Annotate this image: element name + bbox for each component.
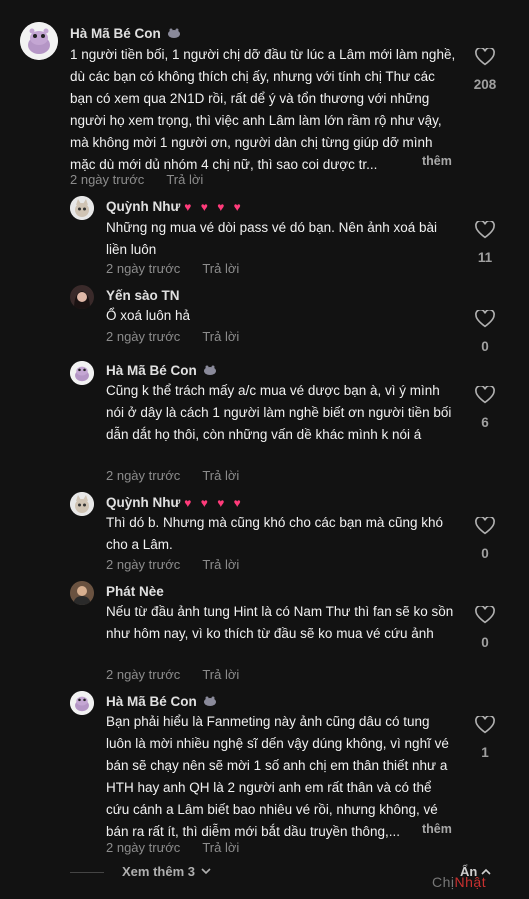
reply-button[interactable]: Trả lời	[202, 261, 239, 276]
comment-meta: 2 ngày trước Trả lời	[70, 172, 203, 187]
comment-meta: 2 ngày trước Trả lời	[106, 667, 239, 682]
comment-author[interactable]: Hà Mã Bé Con	[70, 26, 181, 41]
like-button[interactable]: 208	[470, 46, 500, 92]
comment-time: 2 ngày trước	[106, 557, 181, 572]
comment-author[interactable]: Quỳnh Như ♥ ♥ ♥ ♥	[106, 495, 244, 510]
hippo-emoji-icon	[203, 694, 217, 709]
heart-outline-icon	[475, 46, 495, 66]
heart-outline-icon	[475, 515, 495, 535]
hippo-emoji-icon	[167, 26, 181, 41]
hippo-avatar-icon	[70, 691, 94, 715]
reply-button[interactable]: Trả lời	[202, 329, 239, 344]
person-avatar-icon	[70, 581, 94, 605]
comment-meta: 2 ngày trước Trả lời	[106, 557, 239, 572]
like-count: 11	[477, 250, 493, 265]
comment-time: 2 ngày trước	[106, 468, 181, 483]
author-name[interactable]: Phát Nèe	[106, 584, 164, 599]
like-button[interactable]: 6	[470, 384, 500, 430]
heart-outline-icon	[475, 714, 495, 734]
cat-avatar-icon	[70, 196, 94, 220]
avatar[interactable]	[70, 361, 94, 385]
see-more-label: Xem thêm 3	[122, 864, 195, 879]
chevron-down-icon	[201, 868, 211, 875]
comment-time: 2 ngày trước	[70, 172, 145, 187]
comment-meta: 2 ngày trước Trả lời	[106, 468, 239, 483]
comment-text: Ổ xoá luôn hả	[106, 308, 191, 323]
comment-text: 1 người tiền bối, 1 người chị dỡ đầu từ …	[70, 47, 456, 172]
hippo-emoji-icon	[203, 363, 217, 378]
like-count: 0	[481, 339, 489, 354]
watermark-part2: Nhật	[454, 874, 487, 890]
reply-button[interactable]: Trả lời	[202, 667, 239, 682]
heart-outline-icon	[475, 384, 495, 404]
comment-meta: 2 ngày trước Trả lời	[106, 329, 239, 344]
heart-emoji-icon: ♥ ♥ ♥ ♥	[184, 495, 244, 510]
avatar[interactable]	[70, 581, 94, 605]
avatar[interactable]	[70, 285, 94, 309]
author-name[interactable]: Quỳnh Như	[106, 495, 180, 510]
like-count: 6	[481, 415, 489, 430]
avatar[interactable]	[70, 691, 94, 715]
like-button[interactable]: 0	[470, 515, 500, 561]
comment-time: 2 ngày trước	[106, 261, 181, 276]
heart-outline-icon	[475, 219, 495, 239]
comment-time: 2 ngày trước	[106, 667, 181, 682]
reply-button[interactable]: Trả lời	[166, 172, 203, 187]
comment-text: Thì dó b. Nhưng mà cũng khó cho các bạn …	[106, 515, 443, 552]
author-name[interactable]: Hà Mã Bé Con	[70, 26, 161, 41]
watermark-part1: Chị	[432, 874, 455, 890]
reply-button[interactable]: Trả lời	[202, 468, 239, 483]
comment-text: Bạn phải hiểu là Fanmeting này ảnh cũng …	[106, 714, 449, 839]
comment-text: Cũng k thể trách mấy a/c mua vé dược bạn…	[106, 383, 452, 442]
comment-author[interactable]: Hà Mã Bé Con	[106, 363, 217, 378]
comment-meta: 2 ngày trước Trả lời	[106, 840, 239, 855]
heart-outline-icon	[475, 604, 495, 624]
comment-author[interactable]: Quỳnh Như ♥ ♥ ♥ ♥	[106, 199, 244, 214]
like-button[interactable]: 11	[470, 219, 500, 265]
comment-author[interactable]: Phát Nèe	[106, 584, 164, 599]
see-more-link[interactable]: thêm	[422, 154, 452, 168]
like-count: 208	[473, 77, 497, 92]
comment-author[interactable]: Yến sào TN	[106, 288, 180, 303]
author-name[interactable]: Hà Mã Bé Con	[106, 363, 197, 378]
comment-meta: 2 ngày trước Trả lời	[106, 261, 239, 276]
comment-time: 2 ngày trước	[106, 840, 181, 855]
divider	[70, 872, 104, 873]
like-button[interactable]: 1	[470, 714, 500, 760]
person-avatar-icon	[70, 285, 94, 309]
like-button[interactable]: 0	[470, 308, 500, 354]
reply-button[interactable]: Trả lời	[202, 557, 239, 572]
author-name[interactable]: Yến sào TN	[106, 288, 180, 303]
hippo-avatar-icon	[70, 361, 94, 385]
like-count: 0	[481, 546, 489, 561]
like-button[interactable]: 0	[470, 604, 500, 650]
comment-author[interactable]: Hà Mã Bé Con	[106, 694, 217, 709]
like-count: 0	[481, 635, 489, 650]
heart-emoji-icon: ♥ ♥ ♥ ♥	[184, 199, 244, 214]
like-count: 1	[481, 745, 489, 760]
heart-outline-icon	[475, 308, 495, 328]
see-more-link[interactable]: thêm	[422, 822, 452, 836]
see-more-replies-button[interactable]: Xem thêm 3	[122, 864, 211, 879]
hippo-avatar-icon	[20, 22, 58, 60]
comment-time: 2 ngày trước	[106, 329, 181, 344]
cat-avatar-icon	[70, 492, 94, 516]
author-name[interactable]: Hà Mã Bé Con	[106, 694, 197, 709]
avatar[interactable]	[20, 22, 58, 60]
avatar[interactable]	[70, 196, 94, 220]
watermark: ChịNhật	[432, 874, 486, 890]
comment-text: Những ng mua vé dòi pass vé dó bạn. Nên …	[106, 220, 438, 257]
comment-text: Nếu từ đầu ảnh tung Hint là có Nam Thư t…	[106, 604, 454, 641]
avatar[interactable]	[70, 492, 94, 516]
reply-button[interactable]: Trả lời	[202, 840, 239, 855]
author-name[interactable]: Quỳnh Như	[106, 199, 180, 214]
